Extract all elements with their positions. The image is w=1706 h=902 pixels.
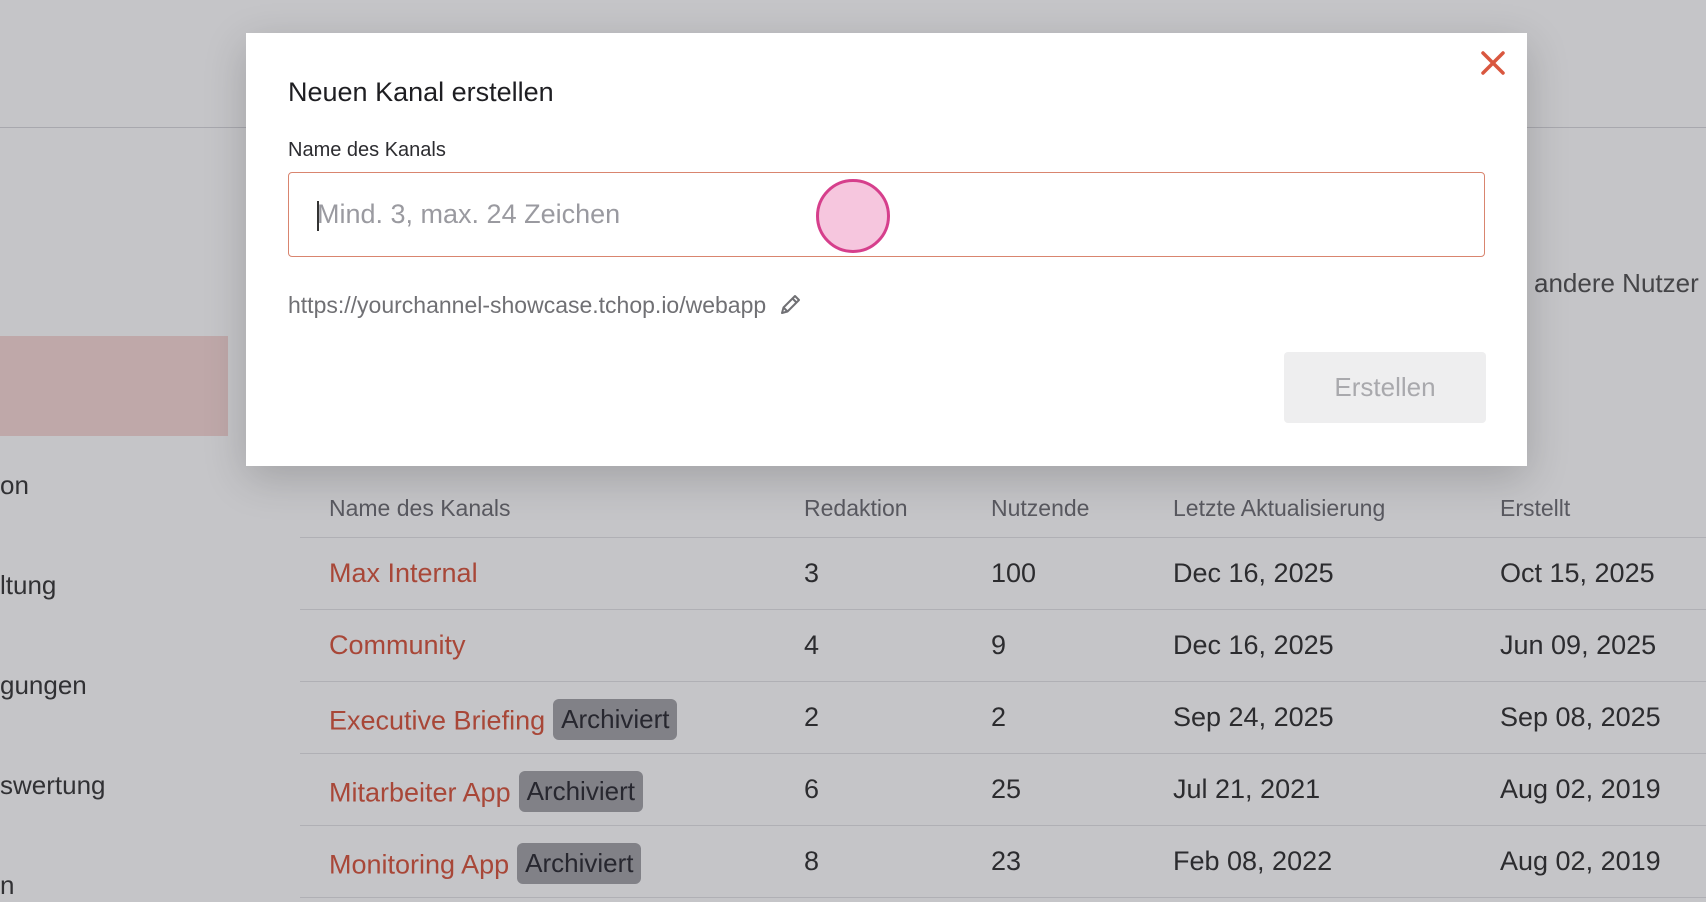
click-indicator (816, 179, 890, 253)
dialog-title: Neuen Kanal erstellen (288, 77, 554, 107)
text-cursor (317, 201, 319, 231)
close-button[interactable] (1475, 45, 1511, 81)
close-icon (1481, 51, 1505, 75)
create-button[interactable]: Erstellen (1284, 352, 1486, 423)
channel-url-text: https://yourchannel-showcase.tchop.io/we… (288, 291, 767, 318)
pencil-icon[interactable] (776, 291, 804, 319)
channel-name-label: Name des Kanals (288, 139, 446, 161)
create-channel-dialog: Neuen Kanal erstellen Name des Kanals ht… (246, 33, 1527, 466)
channel-url-row: https://yourchannel-showcase.tchop.io/we… (288, 291, 804, 319)
